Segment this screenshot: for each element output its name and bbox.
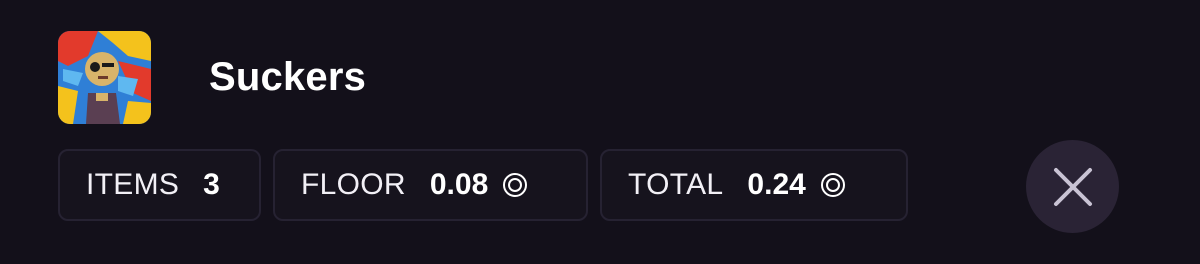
floor-label: FLOOR bbox=[301, 168, 406, 201]
items-value: 3 bbox=[203, 168, 220, 201]
close-button[interactable] bbox=[1026, 140, 1119, 233]
close-icon bbox=[1053, 167, 1092, 206]
floor-value: 0.08 bbox=[429, 168, 489, 201]
collection-name[interactable]: Suckers bbox=[209, 53, 366, 101]
total-stat: TOTAL 0.24 bbox=[600, 149, 908, 221]
collection-thumbnail-image bbox=[58, 31, 151, 124]
coin-icon bbox=[820, 172, 846, 198]
floor-stat: FLOOR 0.08 bbox=[273, 149, 588, 221]
items-label: ITEMS bbox=[86, 168, 180, 201]
collection-thumbnail bbox=[58, 31, 151, 124]
total-label: TOTAL bbox=[628, 168, 724, 201]
collection-summary-panel: Suckers ITEMS 3 FLOOR 0.08 TOTAL 0.24 bbox=[0, 0, 1200, 264]
coin-icon bbox=[502, 172, 528, 198]
items-stat: ITEMS 3 bbox=[58, 149, 261, 221]
total-value: 0.24 bbox=[747, 168, 806, 201]
